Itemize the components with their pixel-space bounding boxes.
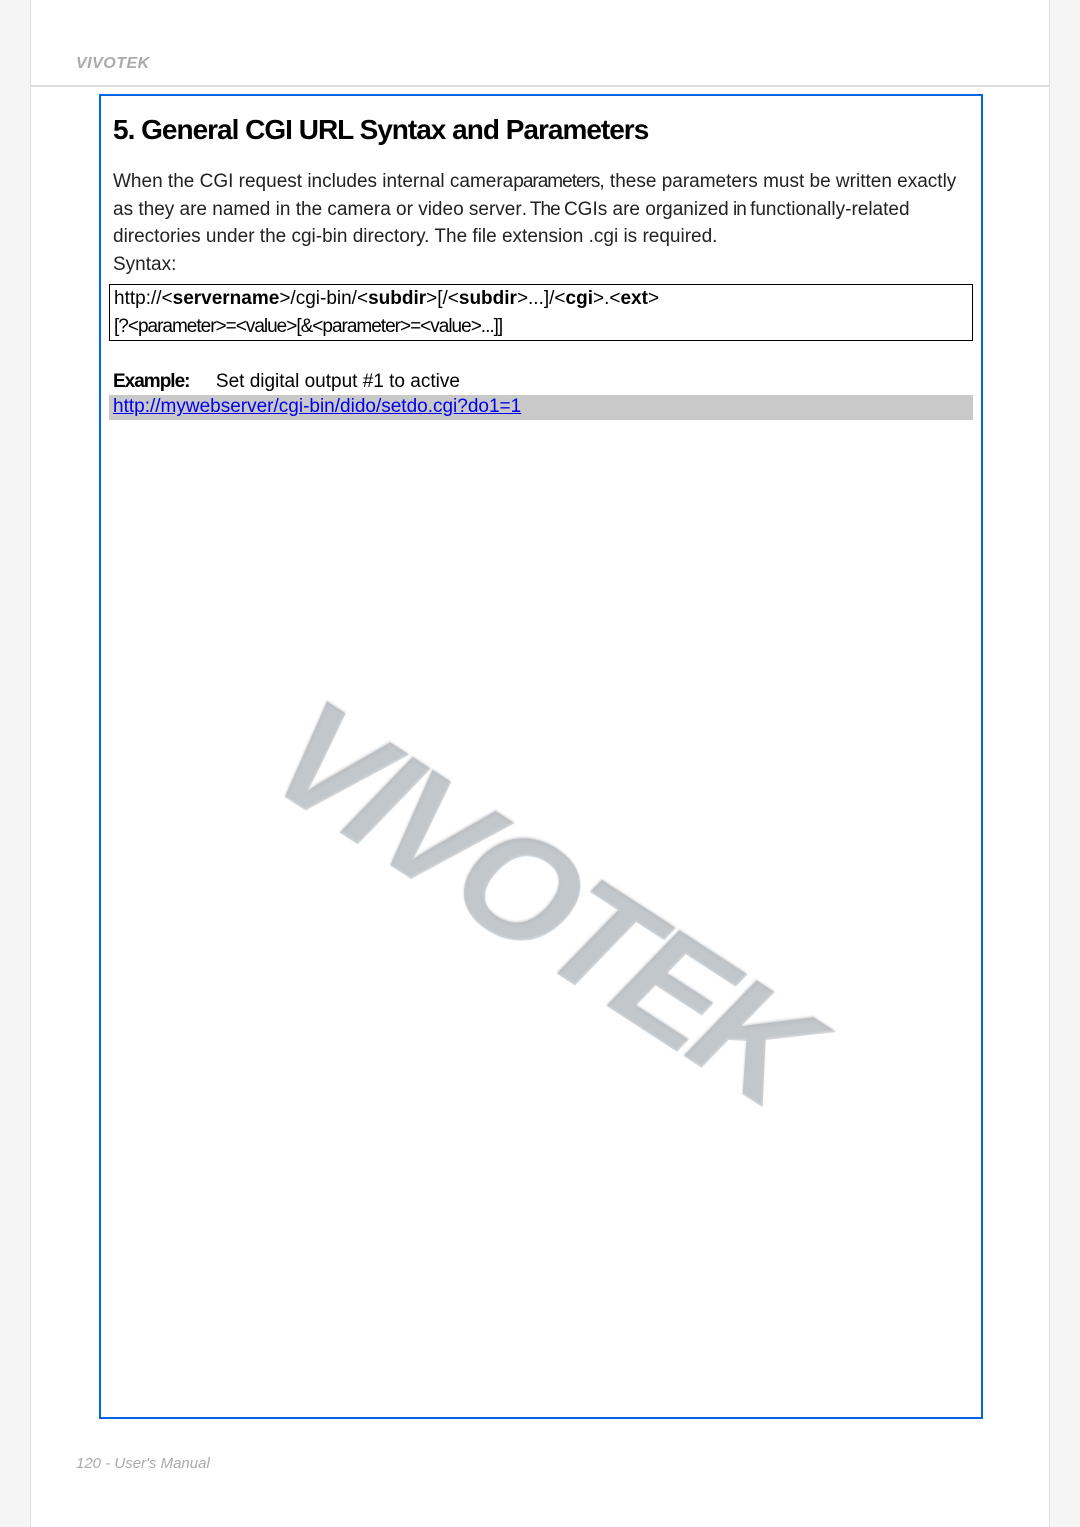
text: When the CGI request includes internal c… [113, 171, 513, 192]
page-container: VIVOTEK 5. General CGI URL Syntax and Pa… [30, 0, 1050, 1527]
text: . The [522, 199, 564, 220]
text: directories under the cgi-bin directory.… [113, 226, 717, 247]
text: in [729, 199, 750, 220]
page-number: 120 [76, 1455, 101, 1472]
text: > [648, 288, 659, 309]
example-link-row: http://mywebserver/cgi-bin/dido/setdo.cg… [109, 395, 973, 420]
text: >...]/< [517, 288, 566, 309]
text: , these parameters must be written exact… [599, 171, 956, 192]
footer-sep: - [101, 1455, 114, 1472]
text: subdir [368, 288, 426, 309]
text: parameters [513, 171, 599, 192]
text: functionally-related [750, 199, 909, 220]
text: CGIs are organized [564, 199, 729, 220]
syntax-line-2: [?<parameter>=<value>[&<parameter>=<valu… [110, 313, 972, 341]
example-link[interactable]: http://mywebserver/cgi-bin/dido/setdo.cg… [113, 396, 521, 417]
page-footer: 120 - User's Manual [76, 1455, 210, 1472]
example-prefix: Example: [113, 371, 189, 392]
example-label-row: Example: Set digital output #1 to active [109, 371, 973, 393]
text: as they are named in the camera or video… [113, 199, 522, 220]
text: servername [173, 288, 280, 309]
example-text: Set digital output #1 to active [216, 371, 460, 392]
syntax-label: Syntax: [113, 254, 176, 275]
syntax-line-1: http://<servername>/cgi-bin/<subdir>[/<s… [110, 285, 972, 313]
footer-title: User's Manual [114, 1455, 209, 1472]
brand-label: VIVOTEK [76, 55, 150, 72]
text: >[/< [426, 288, 459, 309]
text: http://< [114, 288, 173, 309]
content-frame: 5. General CGI URL Syntax and Parameters… [99, 94, 983, 1419]
section-heading: 5. General CGI URL Syntax and Parameters [109, 114, 973, 146]
text: subdir [459, 288, 517, 309]
text: >/cgi-bin/< [279, 288, 368, 309]
text: cgi [566, 288, 593, 309]
text: ext [620, 288, 647, 309]
header-divider [31, 85, 1049, 87]
watermark: VIVOTEK [241, 665, 840, 1138]
text: >.< [593, 288, 620, 309]
body-paragraph: When the CGI request includes internal c… [109, 168, 973, 278]
page-header: VIVOTEK [31, 0, 1049, 85]
syntax-box: http://<servername>/cgi-bin/<subdir>[/<s… [109, 284, 973, 341]
